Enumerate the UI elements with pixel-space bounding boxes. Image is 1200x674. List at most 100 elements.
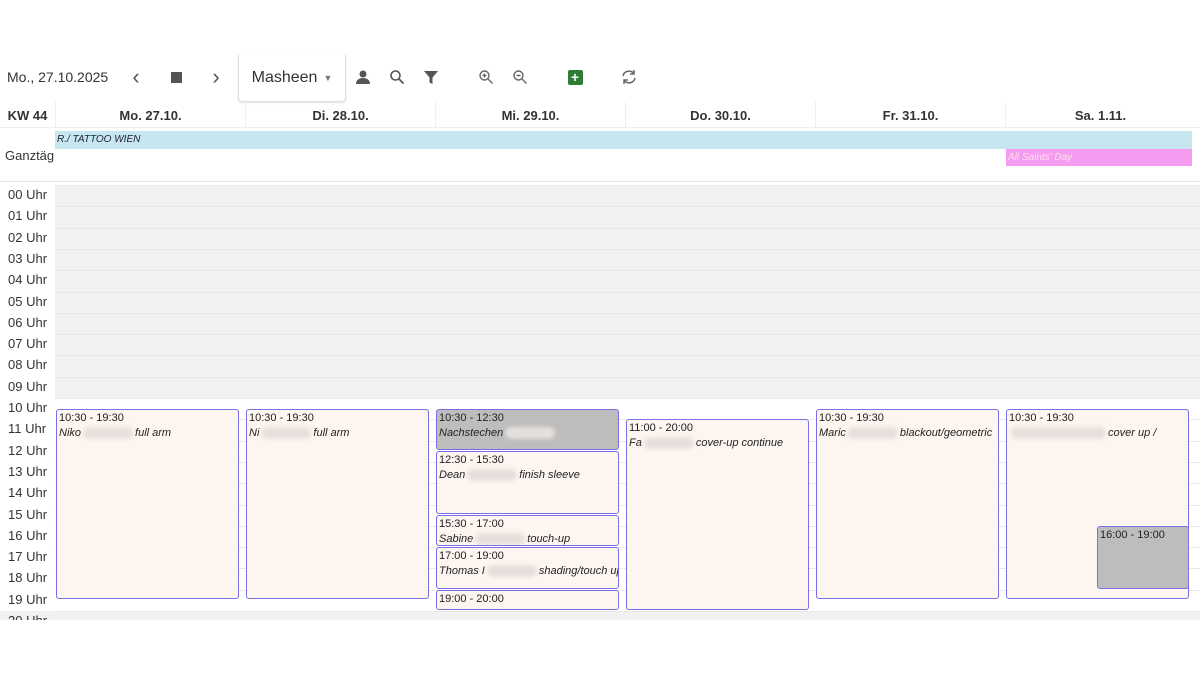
event-client: Thomas I: [439, 565, 485, 578]
today-icon[interactable]: [164, 55, 188, 99]
event-client: Fa: [629, 437, 642, 450]
day-header[interactable]: Fr. 31.10.: [815, 102, 1005, 128]
event-client: Sabine: [439, 533, 474, 546]
hour-label: 13 Uhr: [8, 463, 48, 479]
hour-label: 02 Uhr: [8, 229, 48, 245]
event-title: cover up /: [1009, 427, 1186, 439]
event-title: Maric blackout/geometric: [819, 427, 996, 439]
redacted-blur: [643, 437, 694, 450]
event-title: Nachstechen: [439, 427, 616, 439]
calendar-event[interactable]: 19:00 - 20:00: [436, 589, 619, 610]
event-time: 10:30 - 12:30: [439, 411, 504, 424]
calendar-event[interactable]: 15:30 - 17:00 Sabine touch-up: [436, 515, 619, 547]
calendar-event[interactable]: 10:30 - 19:30 Ni full arm: [246, 408, 429, 600]
event-description: touch-up: [527, 533, 571, 546]
event-client: Dean: [439, 469, 466, 482]
event-client: Niko: [59, 426, 82, 439]
zoom-out-icon[interactable]: [509, 55, 531, 99]
hour-label: 04 Uhr: [8, 272, 48, 288]
zoom-in-icon[interactable]: [475, 55, 497, 99]
redacted-blur: [847, 426, 898, 439]
event-client: Nachstechen: [439, 426, 504, 439]
day-header[interactable]: Di. 28.10.: [245, 102, 435, 128]
calendar-event[interactable]: 17:00 - 19:00 Thomas I shading/touch up: [436, 547, 619, 589]
event-time: 10:30 - 19:30: [1009, 411, 1074, 424]
calendar-event[interactable]: 12:30 - 15:30 Dean finish sleeve: [436, 451, 619, 515]
hour-label: 16 Uhr: [8, 527, 48, 543]
week-header: KW 44 Mo. 27.10. Di. 28.10. Mi. 29.10. Do. …: [0, 102, 1200, 128]
hour-label: 00 Uhr: [8, 187, 48, 202]
event-time: 11:00 - 20:00: [629, 422, 694, 435]
resource-label: Masheen: [251, 69, 318, 86]
hour-label: 08 Uhr: [8, 357, 48, 373]
day-header[interactable]: Mi. 29.10.: [435, 102, 625, 128]
event-title: Fa cover-up continue: [629, 437, 806, 450]
event-title: Sabine touch-up: [439, 533, 616, 546]
hour-label: 15 Uhr: [8, 506, 48, 522]
hour-label: 17 Uhr: [8, 549, 48, 565]
calendar-event[interactable]: 16:00 - 19:00: [1097, 525, 1189, 589]
redacted-blur: [486, 565, 537, 578]
event-description: cover up /: [1108, 426, 1157, 439]
event-client: Maric: [819, 426, 846, 439]
calendar-event[interactable]: 10:30 - 12:30 Nachstechen: [436, 408, 619, 451]
all-day-row: Ganztäg R./ TATTOO WIEN All Saints' Day: [0, 128, 1200, 182]
time-grid: 00 Uhr 01 Uhr 02 Uhr 03 Uhr 04 Uhr 05 Uhr 06 U…: [0, 185, 1200, 620]
day-header[interactable]: Do. 30.10.: [625, 102, 815, 128]
all-day-event[interactable]: R./ TATTOO WIEN: [55, 131, 1192, 149]
event-time: 10:30 - 19:30: [249, 411, 314, 424]
prev-icon[interactable]: ‹: [124, 55, 148, 99]
redacted-blur: [261, 426, 312, 439]
event-time: 17:00 - 19:00: [439, 550, 504, 563]
person-icon[interactable]: [352, 55, 374, 99]
event-time: 15:30 - 17:00: [439, 518, 504, 531]
add-event-icon[interactable]: +: [565, 55, 585, 99]
redacted-blur: [505, 426, 556, 439]
redacted-blur: [475, 533, 526, 546]
hour-label: 06 Uhr: [8, 314, 48, 330]
event-title: Ni full arm: [249, 427, 426, 439]
redacted-blur: [467, 469, 518, 482]
event-title: Niko full arm: [59, 427, 236, 439]
day-header[interactable]: Mo. 27.10.: [55, 102, 245, 128]
next-icon[interactable]: ›: [204, 55, 228, 99]
calendar-event[interactable]: 10:30 - 19:30 Niko full arm: [56, 408, 239, 600]
redacted-blur: [83, 426, 134, 439]
filter-icon[interactable]: [420, 55, 442, 99]
event-time: 10:30 - 19:30: [59, 411, 124, 424]
event-title: Thomas I shading/touch up: [439, 565, 619, 578]
chevron-down-icon: ▼: [323, 73, 333, 83]
event-description: full arm: [135, 426, 172, 439]
hour-label: 01 Uhr: [8, 208, 48, 224]
holiday-event[interactable]: All Saints' Day: [1006, 149, 1192, 166]
event-time: 16:00 - 19:00: [1100, 528, 1165, 541]
calendar-event[interactable]: 10:30 - 19:30 Maric blackout/geometric: [816, 408, 999, 600]
day-header[interactable]: Sa. 1.11.: [1005, 102, 1195, 128]
search-icon[interactable]: [386, 55, 408, 99]
hour-label: 11 Uhr: [8, 421, 47, 437]
hour-label: 05 Uhr: [8, 293, 48, 309]
hour-label: 14 Uhr: [8, 485, 48, 501]
refresh-icon[interactable]: [618, 55, 640, 99]
resource-select[interactable]: Masheen ▼: [238, 55, 346, 102]
hour-label: 18 Uhr: [8, 570, 48, 586]
hour-label: 12 Uhr: [8, 442, 48, 458]
toolbar: Mo., 27.10.2025 ‹ › Masheen ▼ +: [0, 55, 1200, 102]
redacted-blur: [1011, 426, 1106, 439]
hour-label: 07 Uhr: [8, 336, 48, 352]
week-number: KW 44: [7, 107, 48, 123]
hour-label: 20 Uhr: [8, 613, 47, 620]
event-client: Ni: [249, 426, 260, 439]
event-time: 19:00 - 20:00: [439, 592, 504, 605]
hour-label: 19 Uhr: [8, 591, 48, 607]
event-description: finish sleeve: [519, 469, 580, 482]
event-description: shading/touch up: [538, 565, 619, 578]
event-title: Dean finish sleeve: [439, 469, 616, 482]
calendar-event[interactable]: 11:00 - 20:00 Fa cover-up continue: [626, 419, 809, 610]
current-date[interactable]: Mo., 27.10.2025: [7, 55, 108, 99]
event-time: 10:30 - 19:30: [819, 411, 884, 424]
event-time: 12:30 - 15:30: [439, 454, 504, 467]
hour-label: 10 Uhr: [8, 400, 48, 415]
event-description: full arm: [313, 426, 350, 439]
hour-label: 09 Uhr: [8, 378, 48, 394]
